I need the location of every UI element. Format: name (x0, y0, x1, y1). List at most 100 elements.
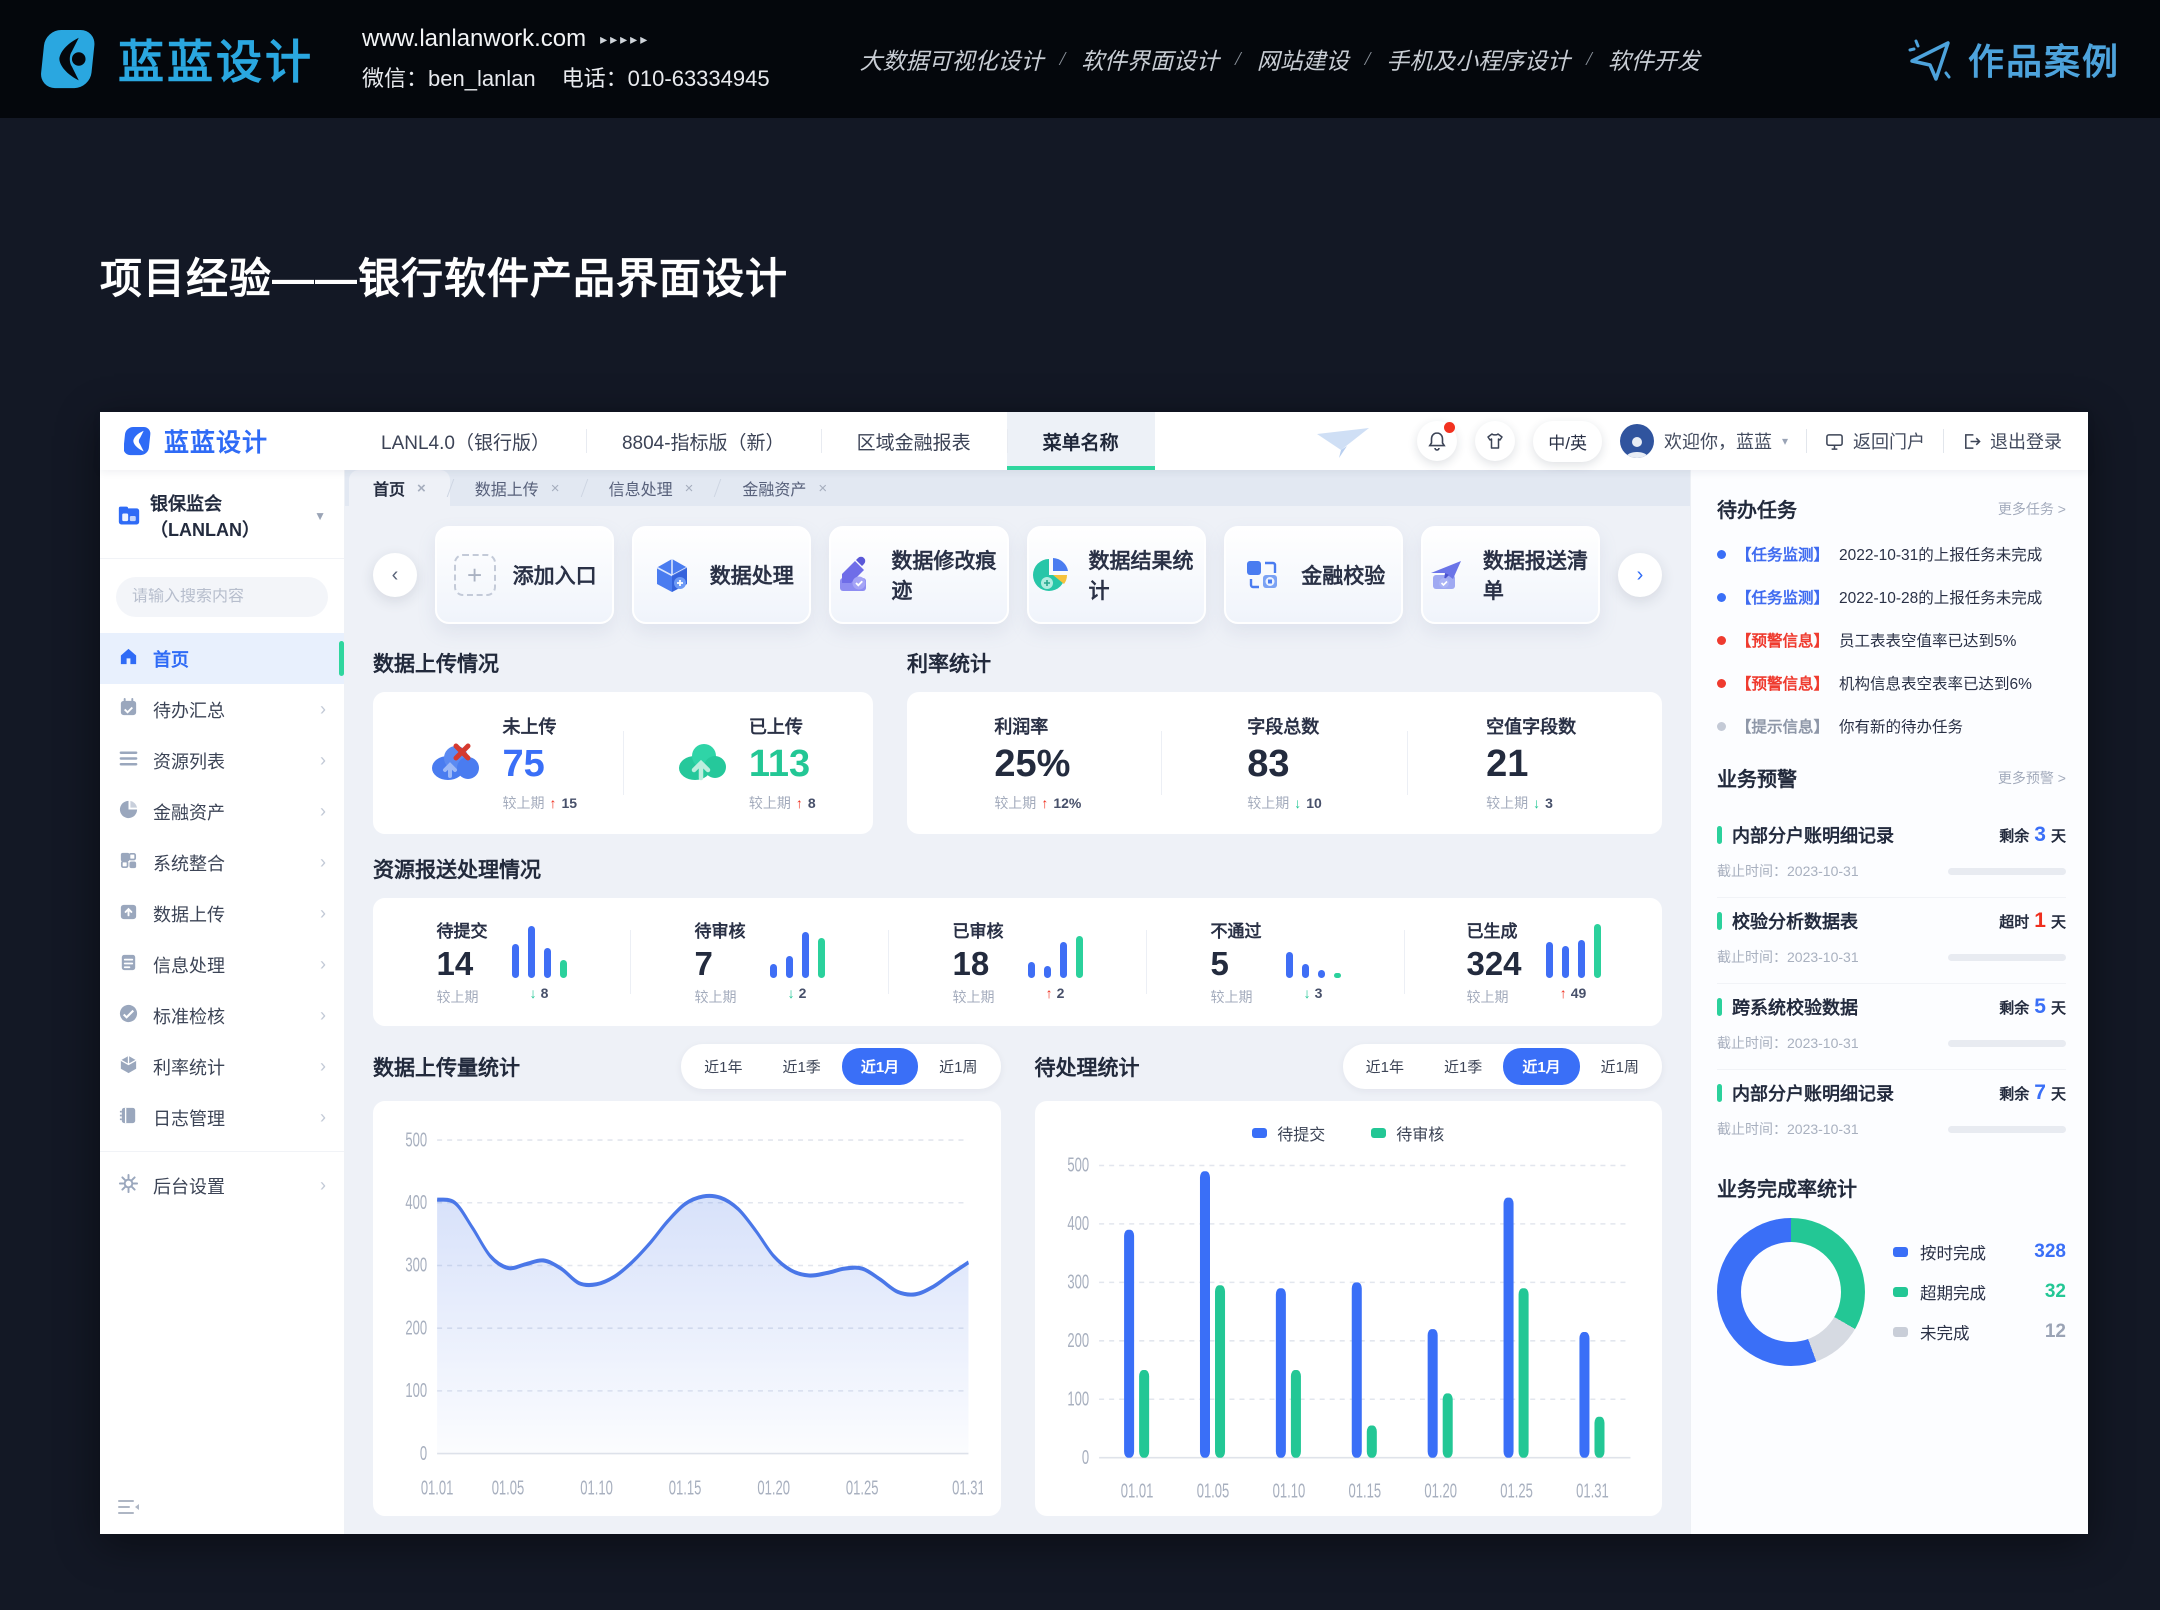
app-nav-item[interactable]: 菜单名称 (1007, 412, 1155, 470)
sidebar-item-home[interactable]: 首页 (100, 633, 344, 684)
site-nav-item[interactable]: 手机及小程序设计 (1386, 42, 1570, 76)
sidebar-item-blocks[interactable]: 系统整合 › (100, 837, 344, 888)
logout-link[interactable]: 退出登录 (1962, 428, 2062, 454)
todo-item[interactable]: 【预警信息】 员工表表空值率已达到5% (1717, 629, 2066, 651)
stat-label: 已上传 (749, 713, 816, 739)
sidebar-item-pie[interactable]: 金融资产 › (100, 786, 344, 837)
filter-近1年[interactable]: 近1年 (685, 1048, 761, 1085)
sidebar-item-doc[interactable]: 信息处理 › (100, 939, 344, 990)
user-menu[interactable]: 欢迎你，蓝蓝 ▾ (1620, 424, 1788, 458)
notification-bell-icon[interactable] (1417, 421, 1457, 461)
sidebar-item-list[interactable]: 资源列表 › (100, 735, 344, 786)
quick-actions-row: ‹ + 添加入口 数据处理 数据修改痕迹 数据结果统计 金融校验 数据报送清单 … (373, 526, 1662, 624)
status-dot (1717, 593, 1726, 602)
todo-tag: 【提示信息】 (1736, 715, 1829, 737)
language-toggle[interactable]: 中/英 (1533, 421, 1602, 462)
filter-近1年[interactable]: 近1年 (1347, 1048, 1423, 1085)
sidebar-item-upload[interactable]: 数据上传 › (100, 888, 344, 939)
more-tasks-link[interactable]: 更多任务 > (1998, 499, 2066, 519)
sidebar-item-cube[interactable]: 利率统计 › (100, 1041, 344, 1092)
sidebar-item-gear[interactable]: 后台设置 › (100, 1160, 344, 1211)
quick-action-cube3d[interactable]: 数据处理 (632, 526, 811, 624)
search-input[interactable] (132, 588, 339, 606)
tab-2[interactable]: 信息处理 × (585, 470, 718, 506)
todo-item[interactable]: 【任务监测】 2022-10-28的上报任务未完成 (1717, 586, 2066, 608)
app-top-nav: 蓝蓝设计 LANL4.0（银行版）8804-指标版（新）区域金融报表菜单名称 中… (100, 412, 2088, 470)
nav-separator: / (1060, 48, 1066, 71)
compare-label: 较上期 (953, 987, 1004, 1007)
alert-item[interactable]: 内部分户账明细记录 剩余 3 天 截止时间：2023-10-31 (1717, 812, 2066, 898)
chevron-right-icon: › (320, 1107, 326, 1128)
site-nav-item[interactable]: 软件界面设计 (1081, 42, 1219, 76)
upload-volume-chart-section: 数据上传量统计 近1年近1季近1月近1周 010020030040050001.… (373, 1044, 1001, 1516)
legend-label: 超期完成 (1920, 1280, 1986, 1304)
report-card: 待提交 14 较上期 ↓8 待审核 7 较上期 ↓2 已审核 18 较上 (373, 898, 1662, 1026)
close-icon[interactable]: × (417, 480, 426, 497)
legend-item[interactable]: 待提交 (1252, 1121, 1325, 1145)
quick-action-verify[interactable]: 金融校验 (1224, 526, 1403, 624)
cloud-x-icon (426, 738, 482, 787)
sidebar-item-label: 首页 (153, 646, 189, 672)
tab-3[interactable]: 金融资产 × (718, 470, 851, 506)
quick-action-plus[interactable]: + 添加入口 (435, 526, 614, 624)
todo-tag: 【任务监测】 (1736, 543, 1829, 565)
arrow-up-icon: ↑ (1046, 985, 1053, 1001)
site-nav-item[interactable]: 大数据可视化设计 (860, 42, 1044, 76)
sidebar-item-check[interactable]: 标准检核 › (100, 990, 344, 1041)
stat-delta: ↓2 (788, 985, 807, 1001)
tab-0[interactable]: 首页 × (349, 470, 450, 506)
filter-近1季[interactable]: 近1季 (763, 1048, 839, 1085)
sidebar-item-book[interactable]: 日志管理 › (100, 1092, 344, 1143)
theme-skin-icon[interactable] (1475, 421, 1515, 461)
site-nav-item[interactable]: 软件开发 (1608, 42, 1700, 76)
todo-item[interactable]: 【提示信息】 你有新的待办任务 (1717, 715, 2066, 737)
tab-label: 金融资产 (742, 476, 806, 500)
divider (1806, 429, 1807, 453)
app-nav-item[interactable]: LANL4.0（银行版） (345, 412, 586, 470)
quick-action-label: 数据报送清单 (1483, 545, 1598, 605)
pending-chart-section: 待处理统计 近1年近1季近1月近1周 待提交待审核 01002003004005… (1035, 1044, 1663, 1516)
svg-text:500: 500 (1067, 1154, 1089, 1177)
stat-compare: 较上期 ↑15 (502, 793, 577, 813)
svg-text:01.05: 01.05 (492, 1476, 525, 1499)
close-icon[interactable]: × (685, 480, 694, 497)
filter-近1月[interactable]: 近1月 (1503, 1048, 1579, 1085)
wechat: 微信：ben_lanlan (362, 61, 536, 93)
todo-item[interactable]: 【预警信息】 机构信息表空表率已达到6% (1717, 672, 2066, 694)
svg-text:01.01: 01.01 (1120, 1480, 1153, 1503)
close-icon[interactable]: × (818, 480, 827, 497)
legend-item[interactable]: 待审核 (1371, 1121, 1444, 1145)
filter-近1季[interactable]: 近1季 (1425, 1048, 1501, 1085)
alert-item[interactable]: 跨系统校验数据 剩余 5 天 截止时间：2023-10-31 (1717, 984, 2066, 1070)
filter-近1周[interactable]: 近1周 (920, 1048, 996, 1085)
upload-status-section: 数据上传情况 未上传 75 较上期 ↑15 已上传 113 较上期 ↑8 (373, 648, 873, 834)
quick-action-plane[interactable]: 数据报送清单 (1421, 526, 1600, 624)
filter-近1月[interactable]: 近1月 (842, 1048, 918, 1085)
donut-chart (1717, 1218, 1865, 1366)
org-selector[interactable]: 银保监会（LANLAN） ▼ (100, 470, 344, 559)
quick-action-piechart[interactable]: 数据结果统计 (1027, 526, 1206, 624)
alert-item[interactable]: 内部分户账明细记录 剩余 7 天 截止时间：2023-10-31 (1717, 1070, 2066, 1155)
section-title: 数据上传情况 (373, 648, 873, 678)
app-nav-item[interactable]: 区域金融报表 (821, 412, 1007, 470)
plus-icon: + (454, 554, 496, 596)
cases-link[interactable]: 作品案例 (1906, 33, 2120, 85)
close-icon[interactable]: × (551, 480, 560, 497)
quick-action-label: 数据结果统计 (1089, 545, 1204, 605)
site-nav-item[interactable]: 网站建设 (1257, 42, 1349, 76)
more-alerts-link[interactable]: 更多预警 > (1998, 768, 2066, 788)
sidebar-item-todo[interactable]: 待办汇总 › (100, 684, 344, 735)
scroll-right-button[interactable]: › (1618, 553, 1662, 597)
quick-action-pen[interactable]: 数据修改痕迹 (829, 526, 1008, 624)
return-portal-link[interactable]: 返回门户 (1825, 428, 1925, 454)
donut-legend-item: 未完成 12 (1893, 1320, 2066, 1344)
filter-近1周[interactable]: 近1周 (1582, 1048, 1658, 1085)
sidebar-search[interactable] (116, 577, 328, 617)
app-nav-item[interactable]: 8804-指标版（新） (586, 412, 821, 470)
alert-item[interactable]: 校验分析数据表 超时 1 天 截止时间：2023-10-31 (1717, 898, 2066, 984)
scroll-left-button[interactable]: ‹ (373, 553, 417, 597)
sidebar-collapse-icon[interactable] (118, 1499, 140, 1520)
todo-item[interactable]: 【任务监测】 2022-10-31的上报任务未完成 (1717, 543, 2066, 565)
upload-stat: 已上传 113 较上期 ↑8 (624, 713, 866, 813)
tab-1[interactable]: 数据上传 × (451, 470, 584, 506)
